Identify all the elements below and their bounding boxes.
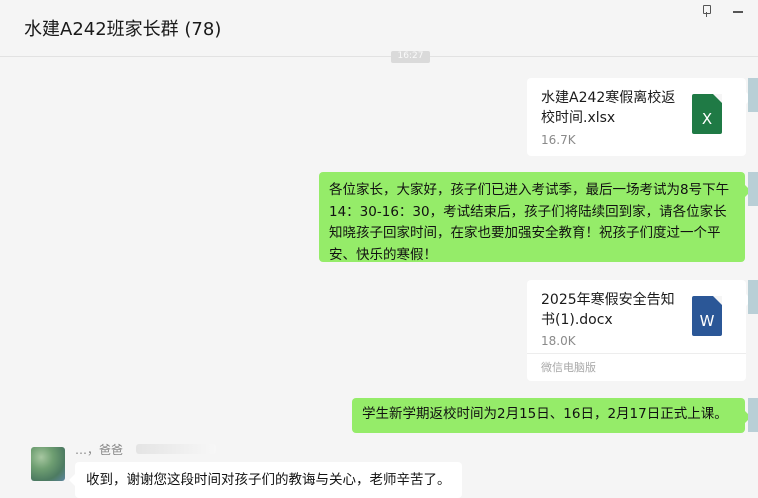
file-name: 2025年寒假安全告知书(1).docx xyxy=(541,292,675,328)
sender-avatar[interactable] xyxy=(31,447,65,481)
file-message-xlsx[interactable]: 水建A242寒假离校返校时间.xlsx 16.7K X xyxy=(527,78,752,156)
avatar[interactable] xyxy=(748,78,758,112)
sender-name-blurred xyxy=(136,444,216,454)
chat-title[interactable]: 水建A242班家长群 (78) xyxy=(24,15,221,41)
word-icon: W xyxy=(692,296,722,336)
avatar[interactable] xyxy=(748,398,758,432)
text-message[interactable]: 各位家长，大家好，孩子们已进入考试季，最后一场考试为8号下午14：30-16：3… xyxy=(319,172,751,263)
file-source-label: 微信电脑版 xyxy=(527,353,746,383)
avatar[interactable] xyxy=(748,280,758,314)
minimize-button[interactable] xyxy=(728,2,748,20)
message-text: 收到，谢谢您这段时间对孩子们的教诲与关心，老师辛苦了。 xyxy=(86,472,451,488)
incoming-text-message[interactable]: 收到，谢谢您这段时间对孩子们的教诲与关心，老师辛苦了。 xyxy=(69,462,462,498)
pin-icon xyxy=(701,5,711,17)
file-size: 16.7K xyxy=(541,133,576,147)
message-text: 学生新学期返校时间为2月15日、16日，2月17日正式上课。 xyxy=(362,406,728,422)
sender-name: …，爸爸 xyxy=(75,443,124,457)
text-message[interactable]: 学生新学期返校时间为2月15日、16日，2月17日正式上课。 xyxy=(352,398,751,433)
file-name: 水建A242寒假离校返校时间.xlsx xyxy=(541,90,676,126)
file-size: 18.0K xyxy=(541,334,576,348)
message-text: 各位家长，大家好，孩子们已进入考试季，最后一场考试为8号下午14：30-16：3… xyxy=(329,182,730,263)
chat-header: 水建A242班家长群 (78) xyxy=(0,0,758,57)
pin-window-button[interactable] xyxy=(696,2,716,20)
avatar[interactable] xyxy=(748,172,758,206)
message-timestamp: 16:27 xyxy=(391,51,430,63)
excel-icon: X xyxy=(692,94,722,134)
file-message-docx[interactable]: 2025年寒假安全告知书(1).docx 18.0K W 微信电脑版 xyxy=(527,280,752,383)
minimize-icon xyxy=(733,11,743,13)
